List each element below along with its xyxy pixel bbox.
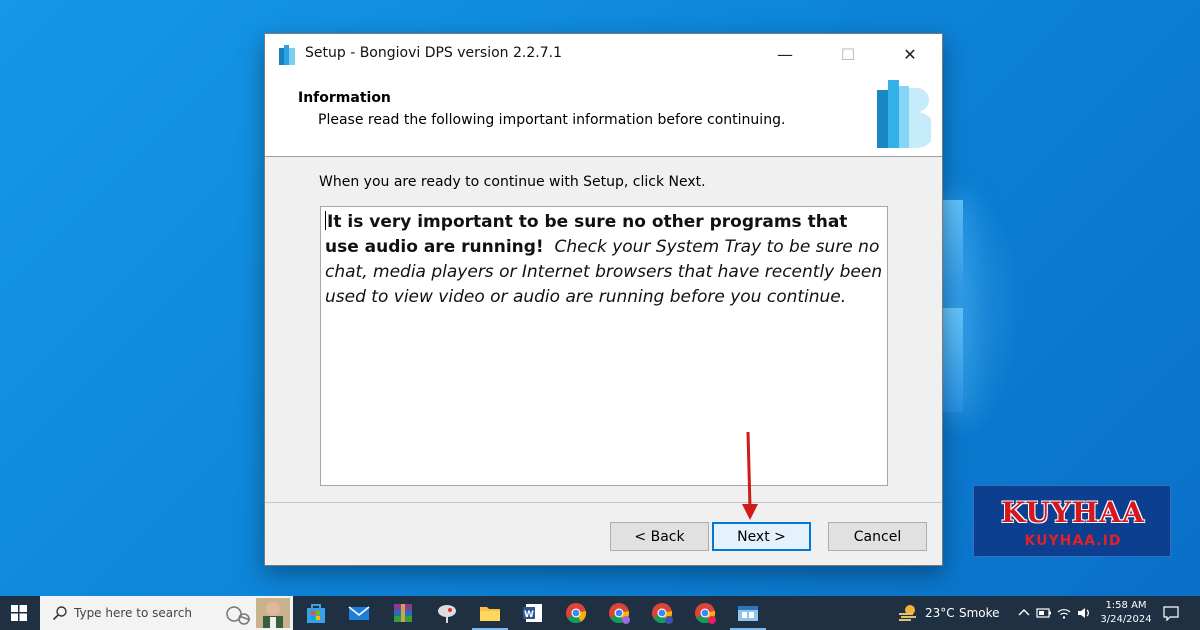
taskbar: Type here to search W 23°C Smoke 1:58 AM… — [0, 596, 1200, 630]
system-clock[interactable]: 1:58 AM 3/24/2024 — [1098, 599, 1154, 627]
weather-temperature[interactable]: 23°C — [925, 606, 955, 620]
close-button[interactable]: ✕ — [887, 34, 933, 74]
search-placeholder: Type here to search — [74, 606, 192, 620]
show-hidden-icons-chevron-icon[interactable] — [1016, 604, 1032, 622]
maximize-button[interactable]: ☐ — [825, 34, 871, 74]
desktop: Setup - Bongiovi DPS version 2.2.7.1 — ☐… — [0, 0, 1200, 596]
search-icon — [52, 606, 67, 621]
windows-store-icon[interactable] — [303, 600, 329, 626]
watermark-sub-text: KUYHAA.ID — [1024, 533, 1122, 549]
minimize-button[interactable]: — — [762, 34, 808, 74]
notification-center-icon[interactable] — [1162, 604, 1180, 622]
battery-icon[interactable] — [1036, 604, 1052, 622]
windows-logo-pane-bottom — [941, 308, 963, 412]
chrome-profile-a-icon[interactable] — [606, 600, 632, 626]
clock-date: 3/24/2024 — [1100, 614, 1152, 625]
instruction-text: When you are ready to continue with Setu… — [319, 174, 706, 190]
footer-divider — [265, 502, 942, 503]
satellite-app-icon[interactable] — [434, 600, 460, 626]
watermark-main-text: KUYHAA — [1001, 496, 1145, 529]
setup-app-icon — [279, 45, 295, 65]
text-cursor — [325, 211, 326, 230]
red-arrow-annotation — [742, 431, 758, 520]
setup-app-taskbar-icon[interactable] — [735, 600, 761, 626]
bongiovi-logo-icon — [877, 80, 931, 148]
page-title: Information — [298, 90, 391, 106]
clock-time: 1:58 AM — [1105, 600, 1147, 611]
chrome-icon[interactable] — [563, 600, 589, 626]
kuyhaa-watermark: KUYHAA KUYHAA.ID — [973, 485, 1171, 557]
wifi-icon[interactable] — [1056, 604, 1072, 622]
weather-description[interactable]: Smoke — [959, 606, 1000, 620]
cancel-button[interactable]: Cancel — [828, 522, 927, 551]
weather-smoke-icon[interactable] — [897, 603, 919, 623]
back-button[interactable]: < Back — [610, 522, 709, 551]
window-title: Setup - Bongiovi DPS version 2.2.7.1 — [305, 45, 562, 61]
wizard-header: Information Please read the following im… — [265, 74, 942, 157]
taskbar-search[interactable]: Type here to search — [40, 596, 293, 630]
title-bar[interactable]: Setup - Bongiovi DPS version 2.2.7.1 — ☐… — [265, 34, 942, 74]
information-memo[interactable]: It is very important to be sure no other… — [320, 206, 888, 486]
winrar-icon[interactable] — [390, 600, 416, 626]
chrome-profile-k-icon[interactable] — [692, 600, 718, 626]
start-button[interactable] — [0, 596, 38, 630]
svg-text:W: W — [524, 610, 534, 620]
minimize-icon: — — [777, 44, 793, 64]
close-icon: ✕ — [903, 44, 917, 64]
page-subtitle: Please read the following important info… — [318, 112, 786, 128]
file-explorer-icon[interactable] — [477, 600, 503, 626]
windows-logo-pane-top — [941, 200, 963, 303]
chrome-profile-b-icon[interactable] — [649, 600, 675, 626]
mail-icon[interactable] — [346, 600, 372, 626]
setup-dialog: Setup - Bongiovi DPS version 2.2.7.1 — ☐… — [264, 33, 943, 566]
word-icon[interactable]: W — [520, 600, 546, 626]
windows-start-icon — [11, 605, 27, 621]
search-highlight-illustration-icon — [226, 598, 290, 628]
maximize-icon: ☐ — [840, 44, 856, 64]
volume-icon[interactable] — [1076, 604, 1092, 622]
next-button[interactable]: Next > — [712, 522, 811, 551]
